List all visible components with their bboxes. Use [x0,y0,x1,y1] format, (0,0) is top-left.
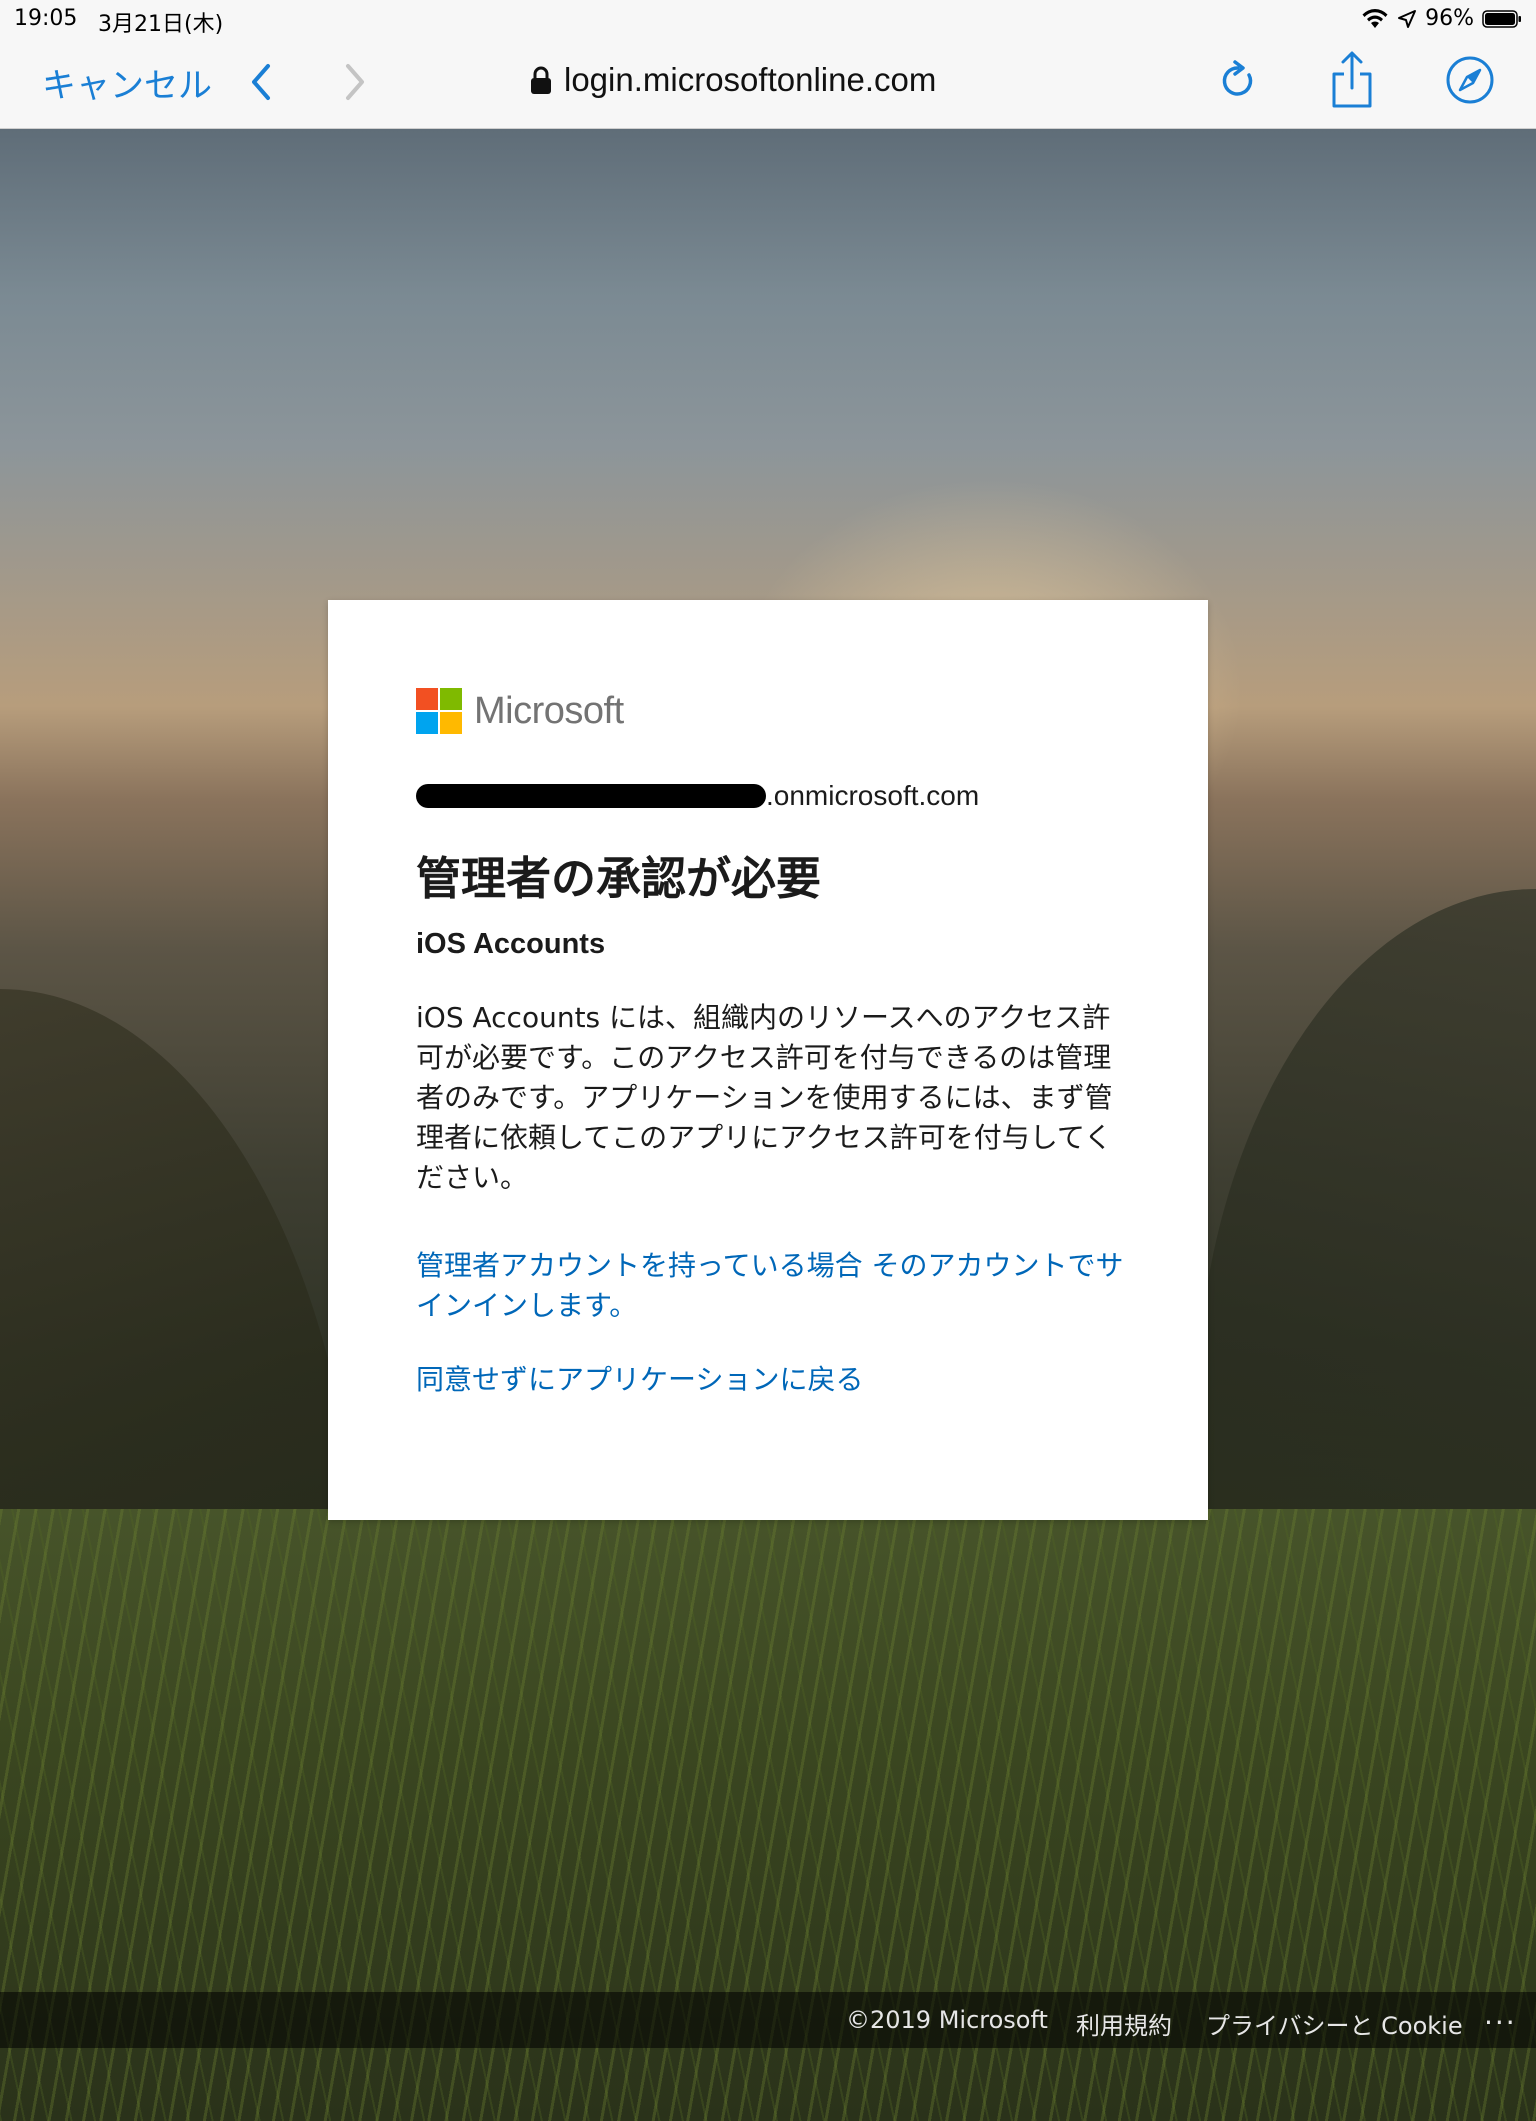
consent-dialog: Microsoft .onmicrosoft.com 管理者の承認が必要 iOS… [328,600,1208,1520]
redacted-username [416,784,766,808]
account-email: .onmicrosoft.com [416,776,979,816]
admin-signin-link[interactable]: 管理者アカウントを持っている場合 そのアカウントでサインインします。 [416,1246,1128,1326]
cancel-button[interactable]: キャンセル [42,58,212,107]
battery-percent: 96% [1425,6,1474,31]
microsoft-wordmark: Microsoft [474,689,624,732]
wifi-icon [1362,8,1388,28]
status-bar: 19:05 3月21日(木) 96% [0,0,1536,40]
address-bar[interactable]: login.microsoftonline.com [530,56,936,104]
description-text: iOS Accounts には、組織内のリソースへのアクセス許可が必要です。この… [416,1001,1113,1194]
return-without-consent-link[interactable]: 同意せずにアプリケーションに戻る [416,1360,1128,1400]
microsoft-logo-icon [416,688,462,734]
lock-icon [531,66,551,94]
account-domain: .onmicrosoft.com [766,780,980,811]
copyright-text: ©2019 Microsoft [846,2006,1048,2034]
status-indicators: 96% [1361,6,1522,31]
url-text: login.microsoftonline.com [564,61,937,98]
reload-icon[interactable] [1218,58,1258,104]
microsoft-logo: Microsoft [416,688,624,734]
footer: ©2019 Microsoft 利用規約 プライバシーと Cookie ... [0,1992,1536,2048]
more-options-button[interactable]: ... [1484,1998,1517,2031]
terms-link[interactable]: 利用規約 [1076,2006,1172,2041]
privacy-cookie-link[interactable]: プライバシーと Cookie [1206,2006,1463,2041]
back-arrow-icon[interactable] [246,60,276,104]
compass-icon[interactable] [1444,54,1496,106]
app-name: iOS Accounts [416,928,606,960]
status-date: 3月21日(木) [98,12,224,37]
battery-icon [1482,9,1521,28]
location-arrow-icon [1398,9,1417,28]
forward-arrow-icon[interactable] [340,60,370,104]
browser-toolbar: キャンセル login.microsoftonline.com [0,40,1536,129]
page-title: 管理者の承認が必要 [416,852,822,905]
share-icon[interactable] [1330,50,1374,110]
status-time: 19:05 [14,6,78,31]
